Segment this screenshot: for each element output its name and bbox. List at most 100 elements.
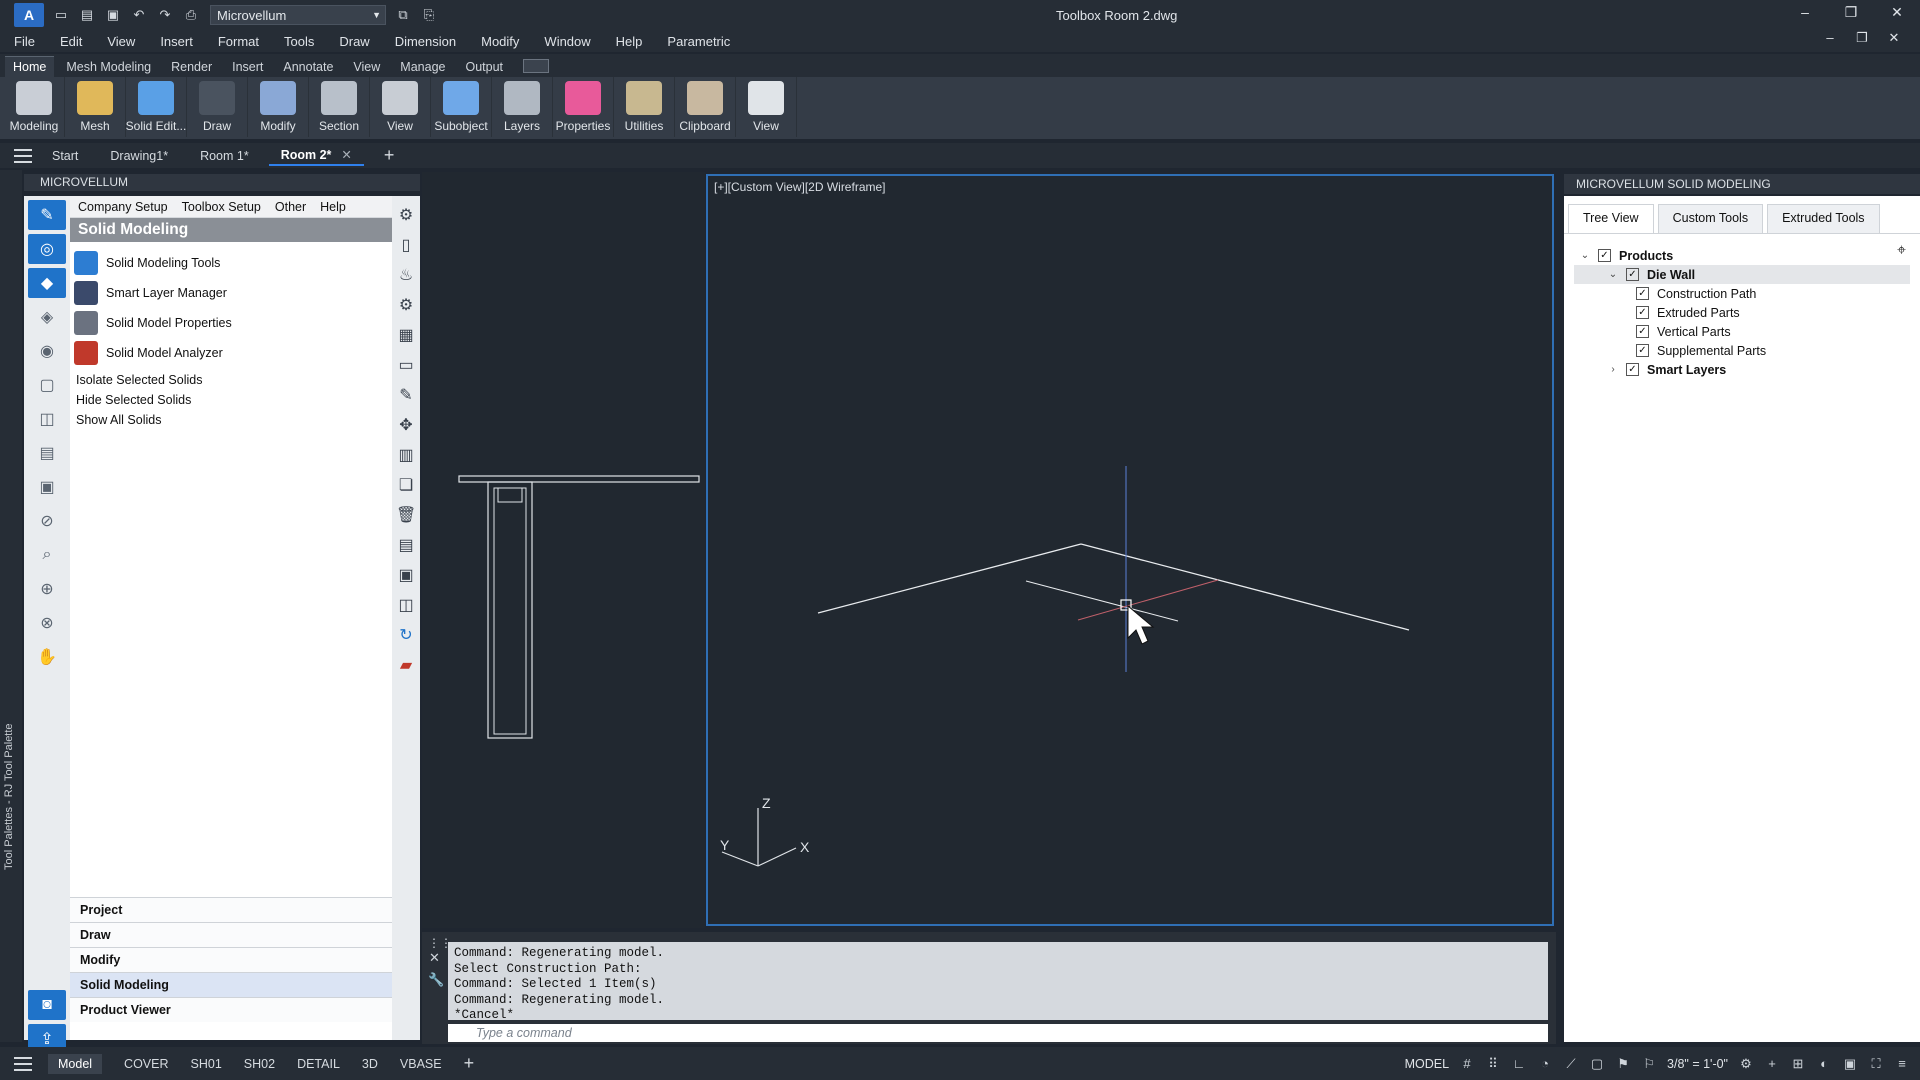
ribbon-draw-button[interactable]: Draw [187,77,248,137]
move-icon[interactable]: ✥ [396,416,416,436]
isolate-icon[interactable]: ◐ [1816,1056,1832,1072]
orbit-dropdown-icon[interactable]: ◉ [28,336,66,366]
close-button[interactable]: ✕ [1882,4,1912,26]
redo-icon[interactable]: ↷ [156,6,174,24]
ribbon-view2-button[interactable]: View [736,77,797,137]
menu-window[interactable]: Window [544,34,590,49]
spiral-icon[interactable]: ◎ [28,234,66,264]
app-logo-icon[interactable]: A [14,3,44,27]
zoom-in-icon[interactable]: ⊕ [28,574,66,604]
section-modify[interactable]: Modify [70,947,392,972]
ribbon-mesh-button[interactable]: Mesh [65,77,126,137]
customize-icon[interactable]: ≡ [1894,1056,1910,1072]
table-icon[interactable]: ▥ [396,446,416,466]
ribbon-tab-view[interactable]: View [345,57,388,77]
checkbox[interactable]: ✓ [1626,268,1639,281]
doc-restore-button[interactable]: ❐ [1846,30,1878,46]
ribbon-modify-button[interactable]: Modify [248,77,309,137]
ribbon-tab-manage[interactable]: Manage [392,57,453,77]
layout-tab-detail[interactable]: DETAIL [297,1057,340,1071]
doc-tab-start[interactable]: Start [40,147,90,165]
ribbon-modeling-button[interactable]: Modeling [4,77,65,137]
layout-tab-sh01[interactable]: SH01 [191,1057,222,1071]
doc-minimize-button[interactable]: – [1814,30,1846,46]
drawing-area-left[interactable] [422,172,705,928]
page-icon[interactable]: ▤ [28,438,66,468]
model-space-toggle[interactable]: MODEL [1405,1057,1449,1071]
pencil-icon[interactable]: ✎ [396,386,416,406]
menu-format[interactable]: Format [218,34,259,49]
polar-icon[interactable]: ◔ [1537,1056,1553,1072]
tab-tree-view[interactable]: Tree View [1568,204,1654,233]
new-file-icon[interactable]: ▭ [52,6,70,24]
menu-tools[interactable]: Tools [284,34,314,49]
menu-file[interactable]: File [14,34,35,49]
snap-icon[interactable]: ⠿ [1485,1056,1501,1072]
tree-item-construction-path[interactable]: ✓ Construction Path [1564,284,1920,303]
menu-view[interactable]: View [107,34,135,49]
cube-icon[interactable]: ◆ [28,268,66,298]
ribbon-tab-annotate[interactable]: Annotate [275,57,341,77]
rectangle-icon[interactable]: ▢ [28,370,66,400]
zoom-icon[interactable]: ⌕ [28,540,66,570]
menu-other[interactable]: Other [275,200,306,214]
publish-icon[interactable]: ⧉ [394,6,412,24]
settings-icon[interactable]: ⚙ [396,206,416,226]
layout-tab-3d[interactable]: 3D [362,1057,378,1071]
refresh-icon[interactable]: ↻ [396,626,416,646]
pdf-icon[interactable]: ▰ [396,656,416,676]
solid-modeling-tools-item[interactable]: Solid Modeling Tools [70,248,392,278]
doc-tab-drawing1[interactable]: Drawing1* [98,147,180,165]
pan-icon[interactable]: ✋ [28,642,66,672]
ribbon-layers-button[interactable]: Layers [492,77,553,137]
annotation-icon[interactable]: ⚑ [1615,1056,1631,1072]
add-tab-button[interactable]: + [372,143,407,168]
undo-icon[interactable]: ↶ [130,6,148,24]
tab-custom-tools[interactable]: Custom Tools [1657,204,1764,233]
layout-menu-icon[interactable] [14,1056,32,1071]
save-icon[interactable]: ▣ [104,6,122,24]
chevron-down-icon[interactable]: ⌄ [1606,269,1620,280]
doc-tab-room2[interactable]: Room 2* ✕ [268,145,364,166]
sheet-icon[interactable]: ▭ [396,356,416,376]
ribbon-tab-mesh-modeling[interactable]: Mesh Modeling [58,57,159,77]
menu-dimension[interactable]: Dimension [395,34,456,49]
tree-item-die-wall[interactable]: ⌄ ✓ Die Wall [1574,265,1910,284]
ribbon-subobject-button[interactable]: Subobject [431,77,492,137]
menu-toolbox-setup[interactable]: Toolbox Setup [182,200,261,214]
add-layout-button[interactable]: + [464,1053,475,1074]
hardware-accel-icon[interactable]: ▣ [1842,1056,1858,1072]
gear-icon[interactable]: ⚙ [396,296,416,316]
ribbon-utilities-button[interactable]: Utilities [614,77,675,137]
pen-icon[interactable]: ✎ [28,200,66,230]
locate-target-icon[interactable]: ⌖ [1897,242,1906,260]
grid-icon[interactable]: ▦ [396,326,416,346]
layout-tab-sh02[interactable]: SH02 [244,1057,275,1071]
split-view-icon[interactable]: ◫ [28,404,66,434]
isolate-selected-solids-link[interactable]: Isolate Selected Solids [70,370,392,390]
object-snap-icon[interactable]: ▢ [1589,1056,1605,1072]
workspace-select[interactable]: Microvellum ▼ [210,5,386,25]
gear-icon[interactable]: ⚙ [1738,1056,1754,1072]
minimize-button[interactable]: – [1790,4,1820,26]
ribbon-tab-insert[interactable]: Insert [224,57,271,77]
annotation-visibility-icon[interactable]: ⚐ [1641,1056,1657,1072]
fullscreen-icon[interactable]: ⛶ [1868,1056,1884,1072]
menu-company-setup[interactable]: Company Setup [78,200,168,214]
zoom-out-icon[interactable]: ⊗ [28,608,66,638]
ribbon-properties-button[interactable]: Properties [553,77,614,137]
checkbox[interactable]: ✓ [1636,325,1649,338]
tool-palette-label[interactable]: Tool Palettes - RJ Tool Palette [3,723,15,870]
print-icon[interactable]: ⎙ [182,6,200,24]
chevron-down-icon[interactable]: ⌄ [1578,250,1592,261]
isodraft-icon[interactable]: ⟋ [1563,1056,1579,1072]
layout-icon[interactable]: ◫ [396,596,416,616]
tree-item-smart-layers[interactable]: › ✓ Smart Layers [1564,360,1920,379]
doc-tab-room1[interactable]: Room 1* [188,147,261,165]
cabinet-icon[interactable]: ▣ [396,566,416,586]
menu-help[interactable]: Help [320,200,346,214]
ribbon-tab-output[interactable]: Output [457,57,511,77]
menu-hamburger-icon[interactable] [14,148,32,163]
ribbon-solid-edit-button[interactable]: Solid Edit... [126,77,187,137]
ribbon-options-icon[interactable] [523,59,550,73]
